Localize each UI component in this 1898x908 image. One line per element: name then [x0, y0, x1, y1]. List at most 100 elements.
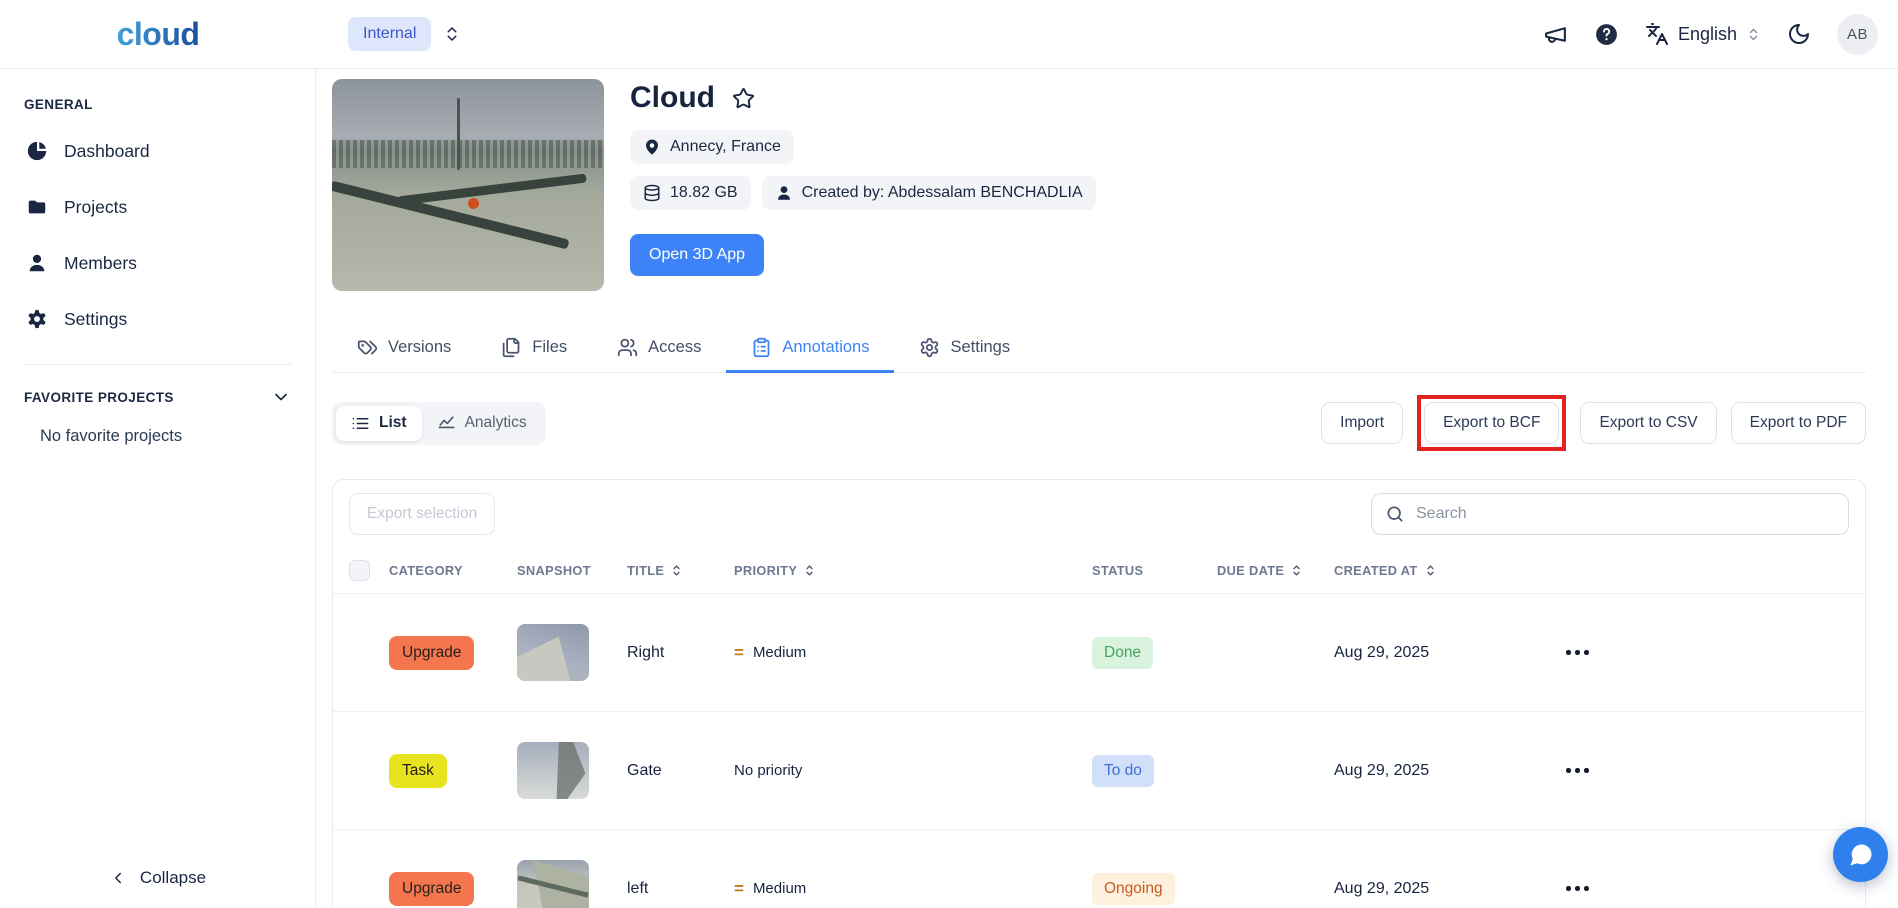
tab-settings[interactable]: Settings: [894, 323, 1035, 372]
favorite-projects-title: FAVORITE PROJECTS: [24, 389, 174, 405]
row-actions-button[interactable]: [1564, 644, 1849, 661]
priority-label: No priority: [734, 762, 803, 779]
project-creator-badge: Created by: Abdessalam BENCHADLIA: [761, 176, 1096, 210]
sidebar-nav: Dashboard Projects Members Settings: [24, 124, 291, 346]
announcements-button[interactable]: [1543, 22, 1568, 47]
clipboard-icon: [751, 337, 772, 358]
sidebar-collapse-button[interactable]: Collapse: [0, 868, 315, 888]
export-to-bcf-button[interactable]: Export to BCF: [1424, 402, 1560, 444]
row-actions-button[interactable]: [1564, 762, 1849, 779]
tab-versions[interactable]: Versions: [332, 323, 476, 372]
user-avatar[interactable]: AB: [1837, 13, 1878, 55]
table-header: CATEGORY SNAPSHOT TITLE PRIORITY STATUS …: [333, 547, 1865, 593]
sidebar-item-settings[interactable]: Settings: [24, 292, 291, 346]
project-creator: Created by: Abdessalam BENCHADLIA: [801, 184, 1083, 201]
pie-chart-icon: [26, 140, 48, 162]
tab-label: Access: [648, 338, 702, 356]
annotations-table-card: Export selection CATEGORY SNAPSHOT TITLE…: [332, 479, 1866, 908]
tab-access[interactable]: Access: [592, 323, 726, 372]
favorite-projects-header[interactable]: FAVORITE PROJECTS: [24, 387, 291, 407]
annotation-title: Gate: [627, 761, 662, 779]
search-input[interactable]: [1416, 505, 1835, 523]
created-at-cell: Aug 29, 2025: [1334, 643, 1430, 661]
sidebar-item-dashboard[interactable]: Dashboard: [24, 124, 291, 178]
tags-icon: [357, 337, 378, 358]
toolbar-buttons: Import Export to BCF Export to CSV Expor…: [1321, 395, 1866, 451]
column-status: STATUS: [1092, 562, 1144, 578]
annotation-title: left: [627, 879, 649, 897]
list-icon: [351, 414, 370, 433]
priority-label: Medium: [752, 880, 807, 897]
priority-cell: = Medium: [734, 879, 1092, 899]
export-selection-button[interactable]: Export selection: [349, 493, 496, 535]
sidebar-item-label: Settings: [64, 308, 128, 329]
open-3d-app-button[interactable]: Open 3D App: [630, 234, 765, 276]
project-meta: Cloud Annecy, France 18.82 GB Created by…: [630, 79, 1096, 291]
column-due-date[interactable]: DUE DATE: [1217, 563, 1334, 578]
view-toggle-label: List: [379, 414, 407, 431]
column-priority[interactable]: PRIORITY: [734, 563, 1092, 578]
project-header: Cloud Annecy, France 18.82 GB Created by…: [332, 79, 1866, 291]
project-tabs: Versions Files Access Annotations Settin…: [332, 323, 1866, 373]
person-icon: [775, 184, 793, 202]
sort-icon[interactable]: [803, 563, 816, 578]
sort-icon[interactable]: [1290, 563, 1303, 578]
chevrons-up-down-icon: [443, 25, 461, 43]
language-selector[interactable]: English: [1645, 22, 1761, 46]
view-toggle-list[interactable]: List: [336, 405, 422, 441]
view-toggle-analytics[interactable]: Analytics: [422, 406, 542, 441]
sidebar: GENERAL Dashboard Projects Members Setti…: [0, 69, 316, 908]
tab-annotations[interactable]: Annotations: [726, 323, 895, 373]
annotation-snapshot[interactable]: [517, 860, 589, 908]
select-all-checkbox[interactable]: [349, 559, 370, 581]
favorites-empty-message: No favorite projects: [40, 427, 183, 445]
status-badge: Ongoing: [1092, 872, 1175, 905]
priority-medium-icon: =: [734, 642, 744, 662]
app-logo[interactable]: cloud: [0, 16, 316, 53]
export-to-pdf-button[interactable]: Export to PDF: [1730, 402, 1866, 444]
files-icon: [501, 337, 522, 358]
row-actions-button[interactable]: [1564, 880, 1849, 897]
project-size: 18.82 GB: [670, 184, 738, 201]
annotation-snapshot[interactable]: [517, 624, 589, 681]
annotation-snapshot[interactable]: [517, 742, 589, 799]
sort-icon[interactable]: [1424, 563, 1437, 578]
chevron-left-icon: [109, 869, 127, 887]
project-location: Annecy, France: [670, 138, 781, 155]
chat-widget-button[interactable]: [1833, 827, 1888, 882]
category-badge: Upgrade: [389, 635, 475, 670]
tab-files[interactable]: Files: [476, 323, 592, 372]
table-row[interactable]: Task Gate No priority To do Aug 29, 2025: [333, 711, 1865, 829]
tab-label: Annotations: [782, 338, 870, 356]
project-thumbnail: [332, 79, 604, 291]
map-pin-icon: [643, 138, 661, 156]
status-badge: To do: [1092, 754, 1154, 787]
environment-selector[interactable]: Internal: [348, 17, 461, 51]
environment-badge[interactable]: Internal: [348, 17, 432, 51]
main-content: Cloud Annecy, France 18.82 GB Created by…: [316, 69, 1898, 908]
priority-cell: = Medium: [734, 643, 1092, 663]
sidebar-divider: [24, 364, 291, 365]
column-title[interactable]: TITLE: [627, 563, 734, 578]
column-snapshot: SNAPSHOT: [517, 562, 591, 578]
sort-icon[interactable]: [670, 563, 683, 578]
search-box[interactable]: [1371, 493, 1849, 535]
sidebar-item-projects[interactable]: Projects: [24, 180, 291, 234]
chevrons-up-down-icon: [1746, 27, 1761, 42]
table-row[interactable]: Upgrade Right = Medium Done Aug 29, 2025: [333, 593, 1865, 711]
project-title-row: Cloud: [630, 81, 1096, 115]
column-created-at[interactable]: CREATED AT: [1334, 563, 1564, 578]
help-button[interactable]: [1594, 22, 1619, 47]
sidebar-item-label: Projects: [64, 196, 128, 217]
table-row[interactable]: Upgrade left = Medium Ongoing Aug 29, 20…: [333, 829, 1865, 908]
tab-label: Files: [532, 338, 568, 356]
translate-icon: [1645, 22, 1669, 46]
chevron-down-icon[interactable]: [271, 387, 291, 407]
dark-mode-toggle[interactable]: [1787, 22, 1811, 46]
export-to-csv-button[interactable]: Export to CSV: [1580, 402, 1717, 444]
star-icon[interactable]: [732, 87, 755, 110]
import-button[interactable]: Import: [1321, 402, 1404, 444]
moon-icon: [1787, 22, 1811, 46]
priority-medium-icon: =: [734, 878, 744, 898]
sidebar-item-members[interactable]: Members: [24, 236, 291, 290]
